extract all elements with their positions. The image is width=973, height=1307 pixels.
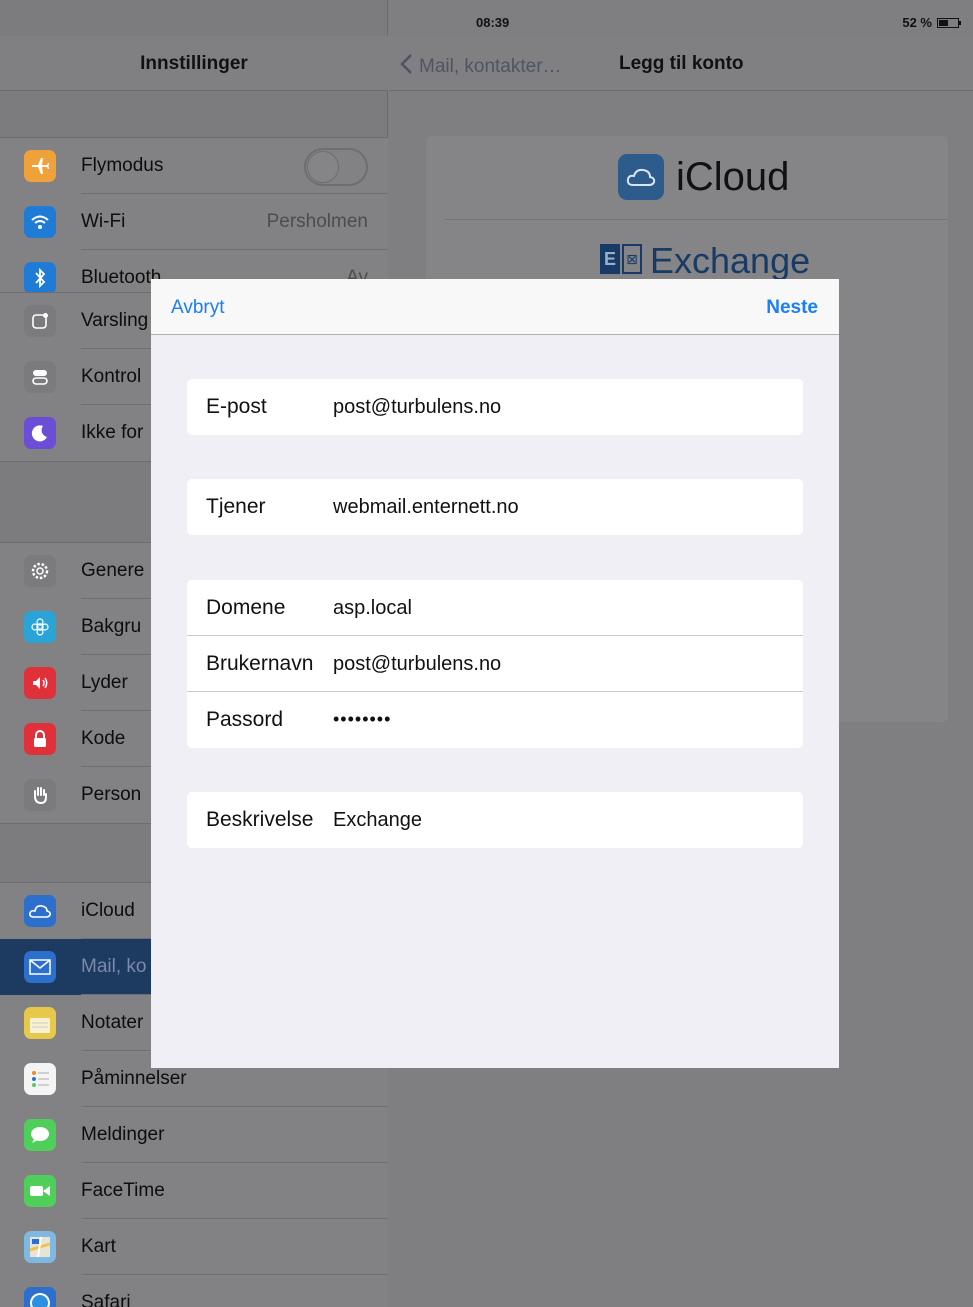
- domene-field[interactable]: asp.local: [333, 597, 412, 620]
- reminders-icon: [24, 1063, 56, 1095]
- exchange-logo-icon: E ⊠: [600, 244, 644, 278]
- sidebar-item-label: Varsling: [81, 310, 149, 331]
- cancel-button[interactable]: Avbryt: [171, 297, 225, 319]
- exchange-label: Exchange: [650, 240, 811, 281]
- field-label: Domene: [206, 596, 286, 619]
- detail-title: Legg til konto: [619, 53, 744, 74]
- wallpaper-icon: [24, 611, 56, 643]
- e-post-field[interactable]: post@turbulens.no: [333, 396, 501, 419]
- beskrivelse-field[interactable]: Exchange: [333, 809, 422, 832]
- cloud-icon: [24, 895, 56, 927]
- chevron-left-icon: [399, 53, 413, 81]
- sidebar-item-label: Kart: [81, 1236, 116, 1257]
- battery-fill: [939, 19, 948, 26]
- account-option-icloud[interactable]: iCloud: [444, 136, 948, 220]
- wifi-icon: [24, 206, 56, 238]
- battery-percent: 52 %: [902, 15, 932, 30]
- messages-icon: [24, 1119, 56, 1151]
- form-row-beskrivelse: Beskrivelse Exchange: [187, 792, 803, 848]
- form-row-domene: Domene asp.local: [187, 580, 803, 636]
- back-label: Mail, kontakter…: [419, 56, 562, 77]
- airplane-icon: [24, 150, 56, 182]
- sidebar-item-label: Bluetooth: [81, 267, 162, 288]
- sidebar-item-label: Flymodus: [81, 155, 164, 176]
- sidebar-item-label: Person: [81, 784, 142, 805]
- facetime-icon: [24, 1175, 56, 1207]
- bluetooth-icon: [24, 262, 56, 294]
- moon-icon: [24, 417, 56, 449]
- sidebar-item-label: Kode: [81, 728, 126, 749]
- airplane-mode-toggle[interactable]: [304, 148, 368, 186]
- master-header: Innstillinger: [0, 36, 388, 91]
- modal-navbar: Avbryt Neste: [151, 279, 839, 335]
- sidebar-item-label: Bakgru: [81, 616, 142, 637]
- mail-icon: [24, 951, 56, 983]
- form-group: Domene asp.local Brukernavn post@turbulens.…: [187, 580, 803, 748]
- sidebar-item-label: Påminnelser: [81, 1068, 187, 1089]
- tjener-field[interactable]: webmail.enternett.no: [333, 496, 519, 519]
- sidebar-item-label: Genere: [81, 560, 145, 581]
- cloud-icon: [618, 154, 664, 200]
- battery-icon: [937, 17, 961, 28]
- sidebar-item-label: Wi-Fi: [81, 211, 126, 232]
- field-label: Tjener: [206, 495, 266, 518]
- sidebar-item-label: Kontrol: [81, 366, 142, 387]
- sidebar-item-label: Meldinger: [81, 1124, 165, 1145]
- exchange-account-modal: Avbryt Neste E-post post@turbulens.no Tjen…: [151, 279, 839, 1068]
- maps-icon: [24, 1231, 56, 1263]
- back-button[interactable]: Mail, kontakter…: [399, 53, 562, 81]
- icloud-label: iCloud: [676, 154, 790, 199]
- hand-icon: [24, 779, 56, 811]
- form-row-passord: Passord ••••••••: [187, 692, 803, 748]
- sidebar-item-facetime[interactable]: FaceTime: [0, 1163, 388, 1219]
- control-center-icon: [24, 361, 56, 393]
- field-label: Passord: [206, 708, 284, 731]
- page-title: Innstillinger: [140, 53, 248, 74]
- sidebar-item-label: Ikke for: [81, 422, 144, 443]
- exchange-option: E ⊠ Exchange: [600, 240, 810, 282]
- sidebar-item-label: Notater: [81, 1012, 144, 1033]
- sidebar-item-flymodus[interactable]: Flymodus: [0, 138, 388, 194]
- lock-icon: [24, 723, 56, 755]
- toggle-knob: [307, 151, 339, 183]
- sidebar-item-label: FaceTime: [81, 1180, 165, 1201]
- form-group: E-post post@turbulens.no: [187, 379, 803, 435]
- sidebar-item-safari[interactable]: Safari: [0, 1275, 388, 1307]
- sidebar-item-value: Persholmen: [266, 211, 368, 232]
- status-battery: 52 %: [902, 15, 961, 30]
- sidebar-item-label: iCloud: [81, 900, 135, 921]
- brukernavn-field[interactable]: post@turbulens.no: [333, 653, 501, 676]
- next-button[interactable]: Neste: [766, 297, 818, 319]
- sidebar-item-kart[interactable]: Kart: [0, 1219, 388, 1275]
- sidebar-item-wi-fi[interactable]: Wi-Fi Persholmen: [0, 194, 388, 250]
- field-label: E-post: [206, 395, 267, 418]
- safari-icon: [24, 1287, 56, 1307]
- field-label: Brukernavn: [206, 652, 314, 675]
- status-time: 08:39: [476, 15, 510, 30]
- detail-header: Mail, kontakter… Legg til konto: [389, 36, 973, 91]
- sidebar-item-label: Safari: [81, 1292, 131, 1307]
- notifications-icon: [24, 305, 56, 337]
- sidebar-item-meldinger[interactable]: Meldinger: [0, 1107, 388, 1163]
- form-row-e-post: E-post post@turbulens.no: [187, 379, 803, 435]
- sidebar-item-label: Mail, ko: [81, 956, 147, 977]
- sidebar-item-label: Lyder: [81, 672, 128, 693]
- form-group: Beskrivelse Exchange: [187, 792, 803, 848]
- field-label: Beskrivelse: [206, 808, 314, 831]
- form-row-brukernavn: Brukernavn post@turbulens.no: [187, 636, 803, 692]
- gear-icon: [24, 555, 56, 587]
- passord-field[interactable]: ••••••••: [333, 709, 391, 730]
- form-row-tjener: Tjener webmail.enternett.no: [187, 479, 803, 535]
- form-group: Tjener webmail.enternett.no: [187, 479, 803, 535]
- speaker-icon: [24, 667, 56, 699]
- notes-icon: [24, 1007, 56, 1039]
- icloud-option: iCloud: [618, 154, 789, 200]
